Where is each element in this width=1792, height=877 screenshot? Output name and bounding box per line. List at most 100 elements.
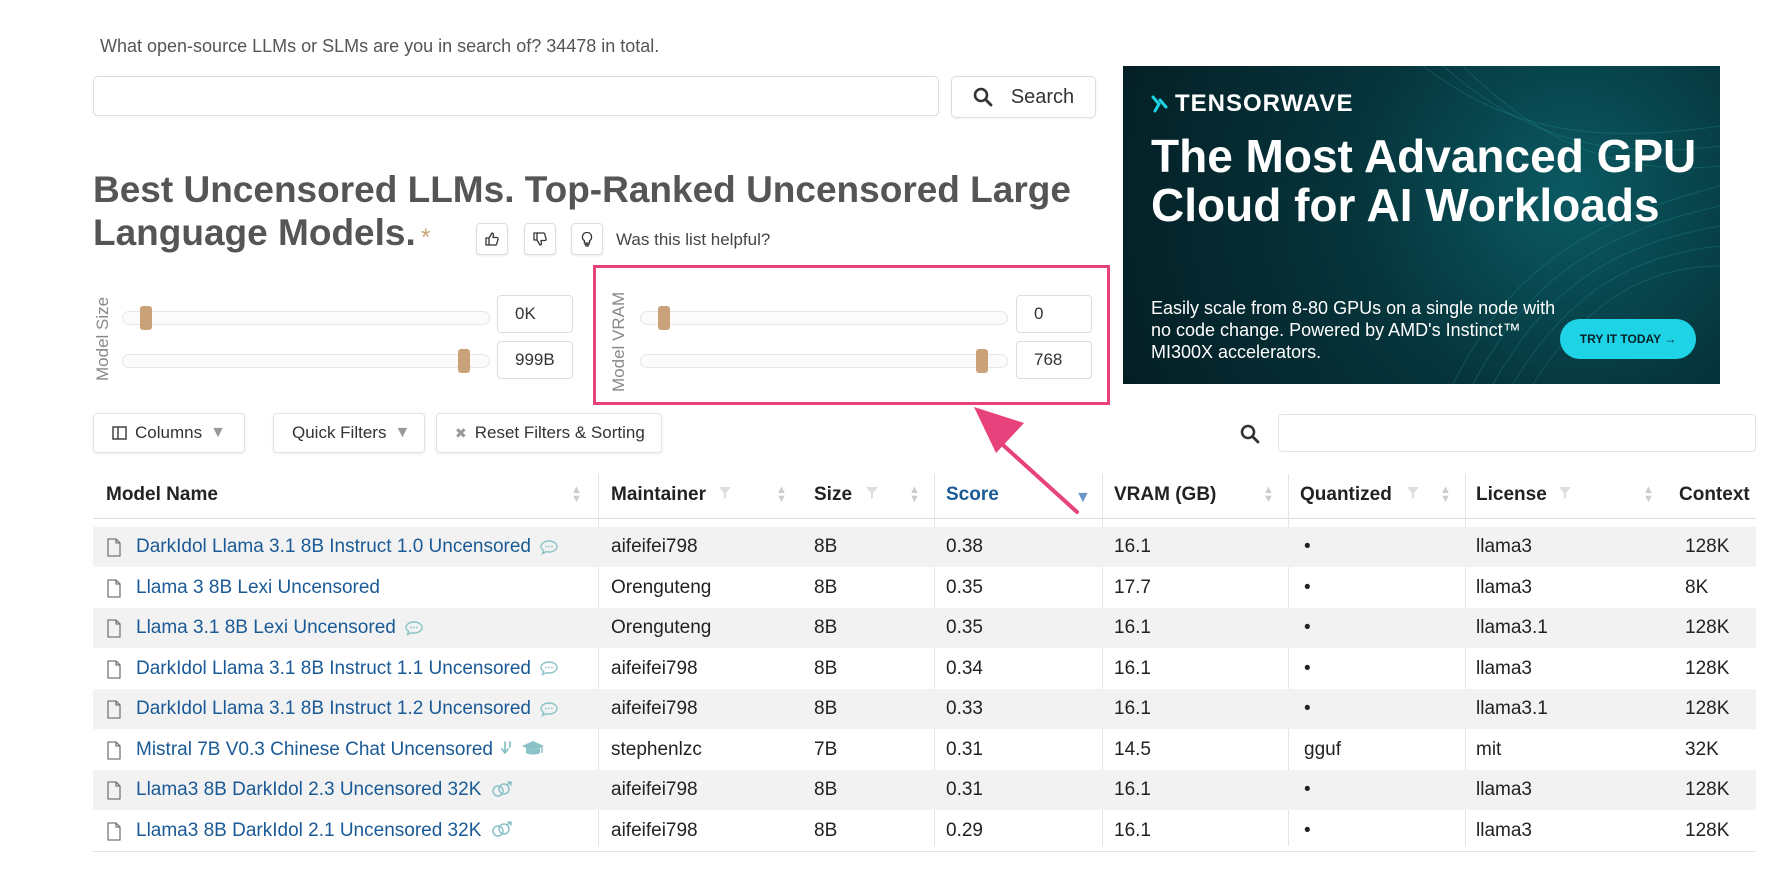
sort-icon[interactable]: ▲ ▼ — [776, 485, 787, 505]
sort-icon[interactable]: ▲ ▼ — [1440, 485, 1451, 505]
size-cell: 8B — [814, 536, 838, 557]
model-size-max-handle[interactable] — [458, 349, 470, 373]
license-cell: llama3 — [1476, 779, 1532, 800]
table-row[interactable]: Llama3 8B DarkIdol 2.3 Uncensored 32K aif… — [93, 770, 1756, 810]
model-size-max-track[interactable] — [122, 354, 490, 368]
model-link[interactable]: Llama3 8B DarkIdol 2.1 Uncensored 32K — [136, 820, 481, 841]
maintainer-cell: aifeifei798 — [611, 819, 698, 841]
search-input[interactable] — [93, 76, 939, 116]
file-icon — [107, 619, 121, 638]
table-row[interactable]: DarkIdol Llama 3.1 8B Instruct 1.2 Uncen… — [93, 689, 1756, 729]
table-search-icon[interactable] — [1240, 424, 1260, 444]
maintainer-cell: Orenguteng — [611, 617, 712, 638]
search-button[interactable]: Search — [951, 76, 1096, 118]
license-cell: llama3 — [1476, 819, 1532, 841]
context-cell: 128K — [1685, 536, 1730, 557]
model-size-max-value[interactable]: 999B — [497, 341, 573, 379]
columns-button[interactable]: Columns ▼ — [93, 413, 245, 453]
file-icon — [107, 659, 121, 679]
reset-filters-button[interactable]: ✖ Reset Filters & Sorting — [436, 413, 662, 453]
model-link[interactable]: Mistral 7B V0.3 Chinese Chat Uncensored — [136, 739, 493, 760]
model-link[interactable]: Llama 3 8B Lexi Uncensored — [136, 577, 380, 598]
context-cell: 128K — [1685, 698, 1730, 719]
header-license[interactable]: License — [1476, 484, 1547, 506]
vram-cell: 17.7 — [1114, 576, 1151, 598]
filter-icon[interactable] — [1558, 486, 1572, 500]
model-link[interactable]: DarkIdol Llama 3.1 8B Instruct 1.0 Uncen… — [136, 536, 531, 557]
table-row[interactable]: Mistral 7B V0.3 Chinese Chat Uncensored s… — [93, 730, 1756, 770]
model-name-cell: DarkIdol Llama 3.1 8B Instruct 1.0 Uncen… — [136, 527, 559, 567]
table-search-input[interactable] — [1278, 414, 1756, 452]
vram-cell: 16.1 — [1114, 779, 1151, 800]
header-vram[interactable]: VRAM (GB) — [1114, 484, 1216, 506]
quick-filters-button[interactable]: Quick Filters ▼ — [273, 413, 425, 453]
model-size-min-value[interactable]: 0K — [497, 295, 573, 333]
tensorwave-ad[interactable]: TENSORWAVE The Most Advanced GPU Cloud f… — [1123, 66, 1720, 384]
table-row[interactable]: Llama3 8B DarkIdol 2.1 Uncensored 32K aif… — [93, 811, 1756, 851]
model-link[interactable]: Llama 3.1 8B Lexi Uncensored — [136, 617, 396, 638]
file-icon — [107, 538, 121, 557]
size-cell: 8B — [814, 576, 838, 598]
table-row[interactable]: Llama 3.1 8B Lexi Uncensored Orenguteng 8B… — [93, 608, 1756, 648]
header-context[interactable]: Context — [1679, 484, 1750, 506]
filter-icon[interactable] — [718, 486, 732, 500]
columns-icon — [112, 426, 127, 440]
vram-cell: 16.1 — [1114, 617, 1151, 638]
header-model-name[interactable]: Model Name — [106, 484, 218, 506]
idea-button[interactable] — [571, 223, 603, 255]
vram-cell: 16.1 — [1114, 698, 1151, 719]
license-cell: llama3 — [1476, 536, 1532, 557]
license-cell: llama3.1 — [1476, 698, 1548, 719]
size-cell: 7B — [814, 738, 838, 760]
ad-brand: TENSORWAVE — [1175, 90, 1354, 117]
score-cell: 0.34 — [946, 657, 983, 679]
header-size[interactable]: Size — [814, 484, 852, 506]
filter-icon[interactable] — [1406, 486, 1420, 500]
search-icon — [973, 87, 993, 107]
thumbs-down-button[interactable] — [524, 223, 556, 255]
size-cell: 8B — [814, 698, 838, 719]
table-row[interactable]: DarkIdol Llama 3.1 8B Instruct 1.1 Uncen… — [93, 649, 1756, 689]
roleplay-icon — [492, 821, 513, 838]
maintainer-cell: aifeifei798 — [611, 779, 698, 800]
ad-body: Easily scale from 8-80 GPUs on a single … — [1151, 298, 1556, 362]
model-link[interactable]: DarkIdol Llama 3.1 8B Instruct 1.2 Uncen… — [136, 698, 531, 719]
header-maintainer[interactable]: Maintainer — [611, 484, 706, 506]
vram-cell: 16.1 — [1114, 657, 1151, 679]
model-link[interactable]: DarkIdol Llama 3.1 8B Instruct 1.1 Uncen… — [136, 658, 531, 679]
thumbs-up-button[interactable] — [476, 223, 508, 255]
filter-icon[interactable] — [865, 486, 879, 500]
model-name-cell: Mistral 7B V0.3 Chinese Chat Uncensored — [136, 730, 545, 770]
model-name-cell: Llama3 8B DarkIdol 2.3 Uncensored 32K — [136, 770, 513, 810]
header-quantized[interactable]: Quantized — [1300, 484, 1392, 506]
model-name-cell: Llama 3 8B Lexi Uncensored — [136, 568, 380, 608]
license-cell: llama3 — [1476, 657, 1532, 679]
model-link[interactable]: Llama3 8B DarkIdol 2.3 Uncensored 32K — [136, 779, 481, 800]
context-cell: 128K — [1685, 779, 1730, 800]
header-score[interactable]: Score — [946, 484, 999, 506]
highlight-box — [593, 265, 1110, 405]
chat-icon — [540, 702, 558, 717]
sort-desc-icon[interactable]: ▼ — [1075, 489, 1091, 507]
model-size-min-track[interactable] — [122, 311, 490, 325]
model-size-label: Model Size — [93, 296, 112, 381]
sort-icon[interactable]: ▲ ▼ — [1263, 485, 1274, 505]
table-row[interactable]: Llama 3 8B Lexi Uncensored Orenguteng 8B 0.… — [93, 568, 1756, 608]
chat-icon — [405, 621, 423, 636]
model-size-min-handle[interactable] — [140, 306, 152, 330]
score-cell: 0.29 — [946, 819, 983, 841]
table-row[interactable]: DarkIdol Llama 3.1 8B Instruct 1.0 Uncen… — [93, 527, 1756, 567]
vram-cell: 14.5 — [1114, 738, 1151, 760]
table-bottom-border — [93, 851, 1756, 852]
ad-cta-button[interactable]: TRY IT TODAY → — [1560, 319, 1696, 359]
size-cell: 8B — [814, 779, 838, 800]
sort-icon[interactable]: ▲ ▼ — [1643, 485, 1654, 505]
quantized-cell: • — [1304, 617, 1311, 638]
reset-filters-label: Reset Filters & Sorting — [474, 423, 645, 442]
sort-icon[interactable]: ▲ ▼ — [571, 485, 582, 505]
ad-logo: TENSORWAVE — [1151, 90, 1353, 118]
graduation-cap-icon — [521, 741, 544, 755]
roleplay-icon — [492, 781, 513, 797]
sort-icon[interactable]: ▲ ▼ — [909, 485, 920, 505]
score-cell: 0.35 — [946, 576, 983, 598]
